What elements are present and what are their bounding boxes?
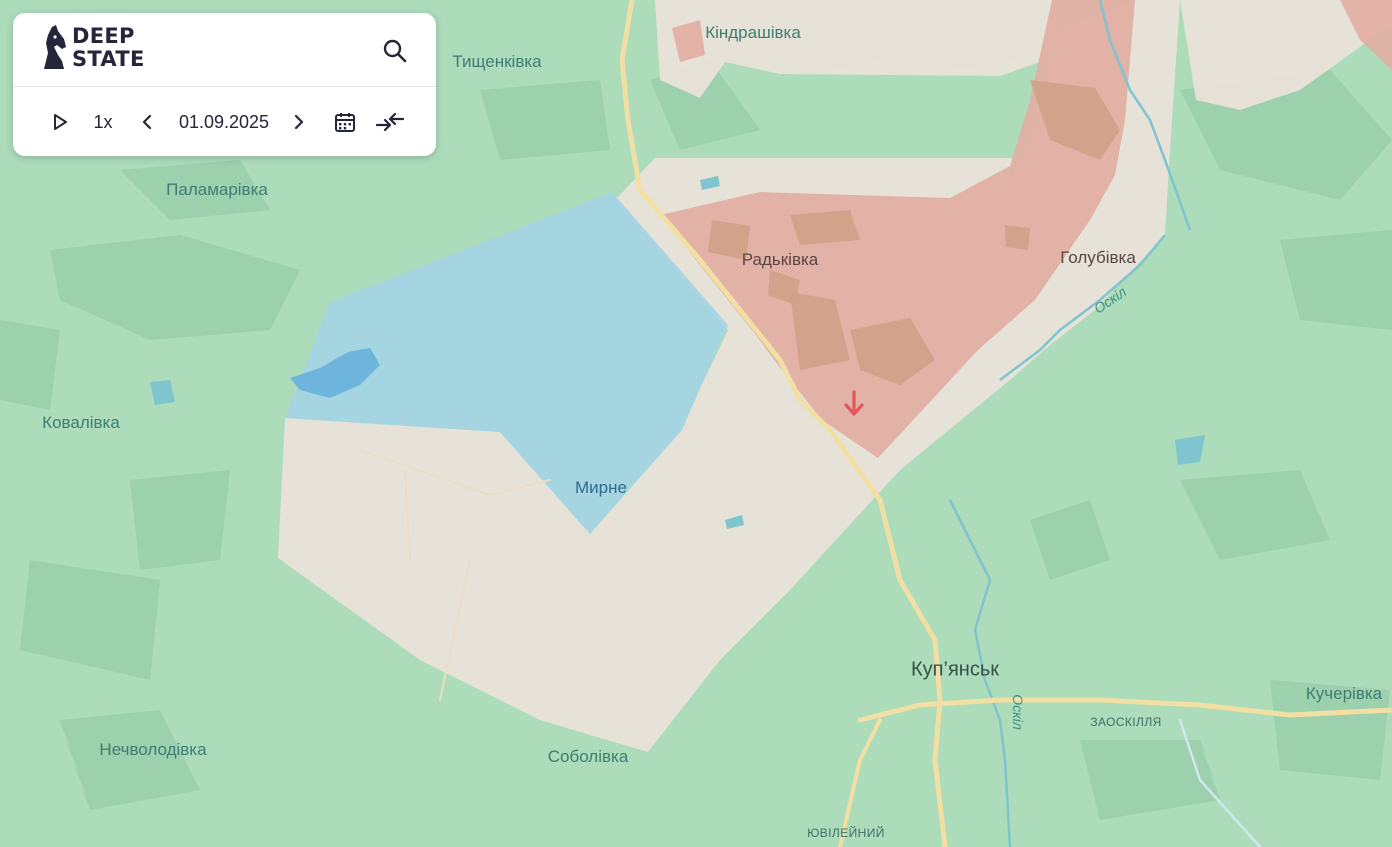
compress-button[interactable]: [375, 111, 405, 133]
place-label-zaoskillia: ЗАОСКІЛЛЯ: [1090, 715, 1162, 729]
logo-line-2: STATE: [72, 47, 145, 71]
speed-button[interactable]: 1x: [89, 111, 117, 133]
place-label-sobolivka: Соболівка: [547, 747, 629, 766]
place-label-tyshchenkivka: Тищенківка: [452, 52, 542, 71]
current-date[interactable]: 01.09.2025: [173, 111, 275, 133]
panel-header: DEEP STATE: [13, 13, 436, 87]
place-label-yuvileinyi: ЮВІЛЕЙНИЙ: [807, 826, 885, 840]
chevron-left-icon: [142, 114, 152, 130]
knight-logo-icon: [44, 25, 66, 69]
place-label-palamarivka: Паламарівка: [166, 180, 268, 199]
play-icon: [54, 114, 67, 130]
place-label-myrne: Мирне: [575, 478, 627, 497]
search-icon: [383, 39, 407, 63]
search-button[interactable]: [381, 37, 409, 65]
compress-icon: [376, 112, 404, 132]
calendar-icon: [335, 113, 355, 132]
logo-line-1: DEEP: [72, 24, 135, 48]
place-label-kupiansk: Куп’янськ: [911, 658, 999, 681]
logo-wordmark: DEEP STATE: [72, 25, 145, 71]
play-button[interactable]: [49, 111, 71, 133]
control-panel: DEEP STATE 1x 01.09.2025: [13, 13, 436, 156]
next-date-button[interactable]: [291, 111, 307, 133]
calendar-button[interactable]: [333, 111, 357, 133]
place-label-radkivka: Радьківка: [741, 250, 819, 269]
river-label-oskil-south: Оскіл: [1010, 694, 1026, 730]
prev-date-button[interactable]: [139, 111, 155, 133]
place-label-kindrashivka: Кіндрашівка: [705, 23, 801, 42]
place-label-nechvolodivka: Нечволодівка: [99, 740, 207, 759]
chevron-right-icon: [294, 114, 304, 130]
place-label-kovalivka: Ковалівка: [42, 413, 120, 432]
place-label-kucherivka: Кучерівка: [1305, 684, 1383, 703]
place-label-holubivka: Голубівка: [1060, 248, 1136, 267]
